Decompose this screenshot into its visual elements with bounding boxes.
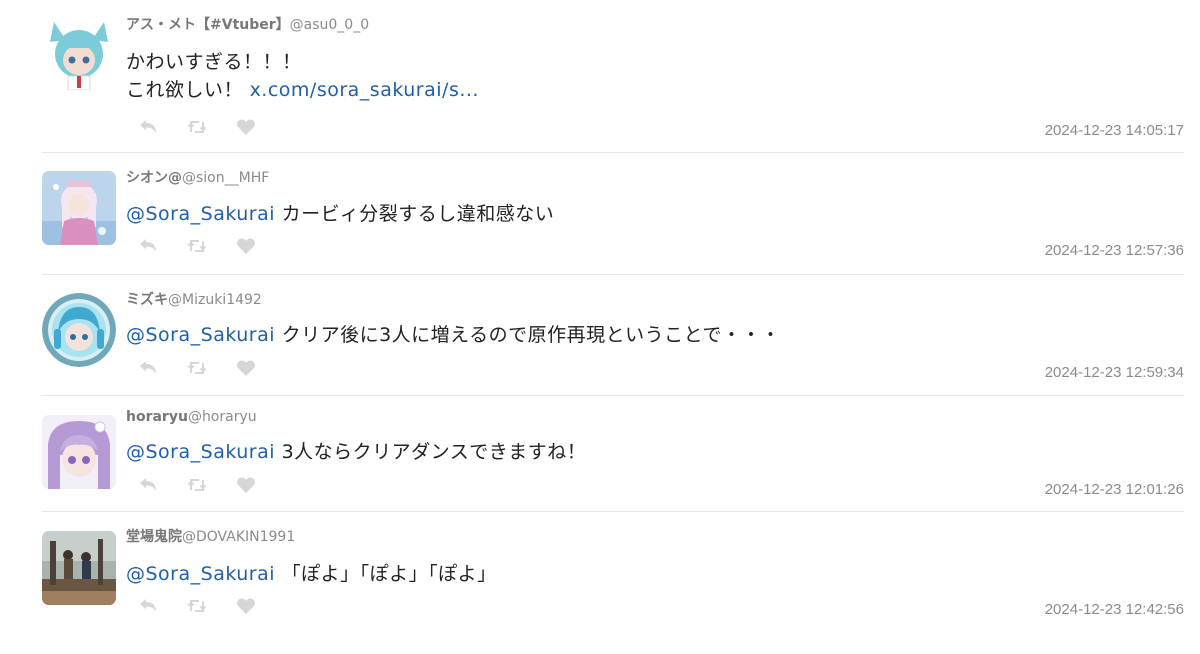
reply-meta: ミズキ@Mizuki1492 bbox=[126, 291, 262, 309]
reply-item: アス・メト【#Vtuber】@asu0_0_0 かわいすぎる！！！ これ欲しい！… bbox=[42, 0, 1184, 153]
reply-button[interactable] bbox=[138, 475, 158, 495]
reply-text: かわいすぎる！！！ これ欲しい！ x.com/sora_sakurai/s... bbox=[126, 48, 479, 104]
reply-text-segment: 3人ならクリアダンスできますね！ bbox=[281, 441, 587, 463]
heart-icon bbox=[237, 238, 255, 254]
reply-actions bbox=[138, 475, 285, 495]
display-name[interactable]: horaryu bbox=[126, 409, 188, 425]
avatar[interactable] bbox=[42, 415, 116, 489]
display-name[interactable]: 堂場鬼院 bbox=[126, 529, 182, 545]
reply-actions bbox=[138, 236, 285, 256]
like-button[interactable] bbox=[236, 236, 256, 256]
avatar-image bbox=[42, 531, 116, 605]
user-handle[interactable]: @asu0_0_0 bbox=[290, 17, 369, 33]
retweet-button[interactable] bbox=[187, 236, 207, 256]
like-button[interactable] bbox=[236, 117, 256, 137]
reply-button[interactable] bbox=[138, 117, 158, 137]
reply-button[interactable] bbox=[138, 596, 158, 616]
reply-text-segment: これ欲しい！ bbox=[126, 79, 244, 101]
reply-text-segment: カービィ分裂するし違和感ない bbox=[281, 203, 555, 225]
retweet-icon bbox=[187, 600, 207, 612]
reply-text-segment: 「ぽよ」「ぽよ」「ぽよ」 bbox=[281, 563, 497, 585]
heart-icon bbox=[237, 477, 255, 493]
reply-item: 堂場鬼院@DOVAKIN1991 @Sora_Sakurai 「ぽよ」「ぽよ」「… bbox=[42, 511, 1184, 641]
reply-actions bbox=[138, 596, 285, 616]
display-name[interactable]: シオン@ bbox=[126, 170, 182, 186]
retweet-icon bbox=[187, 240, 207, 252]
reply-arrow-icon bbox=[140, 478, 156, 491]
reply-item: horaryu@horaryu @Sora_Sakurai 3人ならクリアダンス… bbox=[42, 395, 1184, 512]
retweet-button[interactable] bbox=[187, 596, 207, 616]
reply-arrow-icon bbox=[140, 599, 156, 612]
heart-icon bbox=[237, 119, 255, 135]
avatar-image bbox=[42, 415, 116, 489]
reply-feed: アス・メト【#Vtuber】@asu0_0_0 かわいすぎる！！！ これ欲しい！… bbox=[0, 0, 1200, 654]
retweet-icon bbox=[187, 479, 207, 491]
avatar[interactable] bbox=[42, 16, 116, 90]
reply-meta: 堂場鬼院@DOVAKIN1991 bbox=[126, 528, 295, 546]
reply-text: @Sora_Sakurai 3人ならクリアダンスできますね！ bbox=[126, 438, 586, 466]
display-name[interactable]: アス・メト【#Vtuber】 bbox=[126, 17, 290, 33]
like-button[interactable] bbox=[236, 358, 256, 378]
retweet-button[interactable] bbox=[187, 358, 207, 378]
reply-text: @Sora_Sakurai 「ぽよ」「ぽよ」「ぽよ」 bbox=[126, 560, 497, 588]
retweet-icon bbox=[187, 121, 207, 133]
reply-actions bbox=[138, 358, 285, 378]
retweet-button[interactable] bbox=[187, 117, 207, 137]
reply-text-line: かわいすぎる！！！ bbox=[126, 51, 302, 73]
reply-timestamp[interactable]: 2024-12-23 12:57:36 bbox=[1045, 242, 1184, 260]
reply-button[interactable] bbox=[138, 358, 158, 378]
heart-icon bbox=[237, 360, 255, 376]
avatar-image bbox=[42, 171, 116, 245]
reply-arrow-icon bbox=[140, 361, 156, 374]
reply-meta: シオン@@sion__MHF bbox=[126, 169, 269, 187]
display-name[interactable]: ミズキ bbox=[126, 292, 168, 308]
avatar[interactable] bbox=[42, 171, 116, 245]
user-handle[interactable]: @DOVAKIN1991 bbox=[182, 529, 295, 545]
heart-icon bbox=[237, 598, 255, 614]
reply-arrow-icon bbox=[140, 239, 156, 252]
reply-actions bbox=[138, 117, 285, 137]
reply-timestamp[interactable]: 2024-12-23 14:05:17 bbox=[1045, 122, 1184, 140]
reply-arrow-icon bbox=[140, 120, 156, 133]
avatar-image bbox=[42, 293, 116, 367]
reply-item: シオン@@sion__MHF @Sora_Sakurai カービィ分裂するし違和… bbox=[42, 152, 1184, 275]
reply-text-segment: クリア後に3人に増えるので原作再現ということで・・・ bbox=[281, 324, 781, 346]
reply-text: @Sora_Sakurai クリア後に3人に増えるので原作再現ということで・・・ bbox=[126, 321, 781, 349]
like-button[interactable] bbox=[236, 596, 256, 616]
avatar[interactable] bbox=[42, 293, 116, 367]
reply-meta: アス・メト【#Vtuber】@asu0_0_0 bbox=[126, 16, 369, 34]
avatar-image bbox=[42, 16, 116, 90]
reply-text-line: これ欲しい！ x.com/sora_sakurai/s... bbox=[126, 76, 479, 104]
tweet-link[interactable]: x.com/sora_sakurai/s... bbox=[250, 79, 479, 101]
like-button[interactable] bbox=[236, 475, 256, 495]
reply-timestamp[interactable]: 2024-12-23 12:59:34 bbox=[1045, 364, 1184, 382]
mention-link[interactable]: @Sora_Sakurai bbox=[126, 441, 275, 463]
user-handle[interactable]: @sion__MHF bbox=[182, 170, 269, 186]
reply-text: @Sora_Sakurai カービィ分裂するし違和感ない bbox=[126, 200, 554, 228]
user-handle[interactable]: @horaryu bbox=[188, 409, 257, 425]
avatar[interactable] bbox=[42, 531, 116, 605]
reply-item: ミズキ@Mizuki1492 @Sora_Sakurai クリア後に3人に増える… bbox=[42, 274, 1184, 396]
user-handle[interactable]: @Mizuki1492 bbox=[168, 292, 262, 308]
mention-link[interactable]: @Sora_Sakurai bbox=[126, 563, 275, 585]
reply-meta: horaryu@horaryu bbox=[126, 408, 257, 426]
reply-button[interactable] bbox=[138, 236, 158, 256]
reply-timestamp[interactable]: 2024-12-23 12:42:56 bbox=[1045, 601, 1184, 619]
retweet-button[interactable] bbox=[187, 475, 207, 495]
reply-timestamp[interactable]: 2024-12-23 12:01:26 bbox=[1045, 481, 1184, 499]
mention-link[interactable]: @Sora_Sakurai bbox=[126, 324, 275, 346]
mention-link[interactable]: @Sora_Sakurai bbox=[126, 203, 275, 225]
retweet-icon bbox=[187, 362, 207, 374]
